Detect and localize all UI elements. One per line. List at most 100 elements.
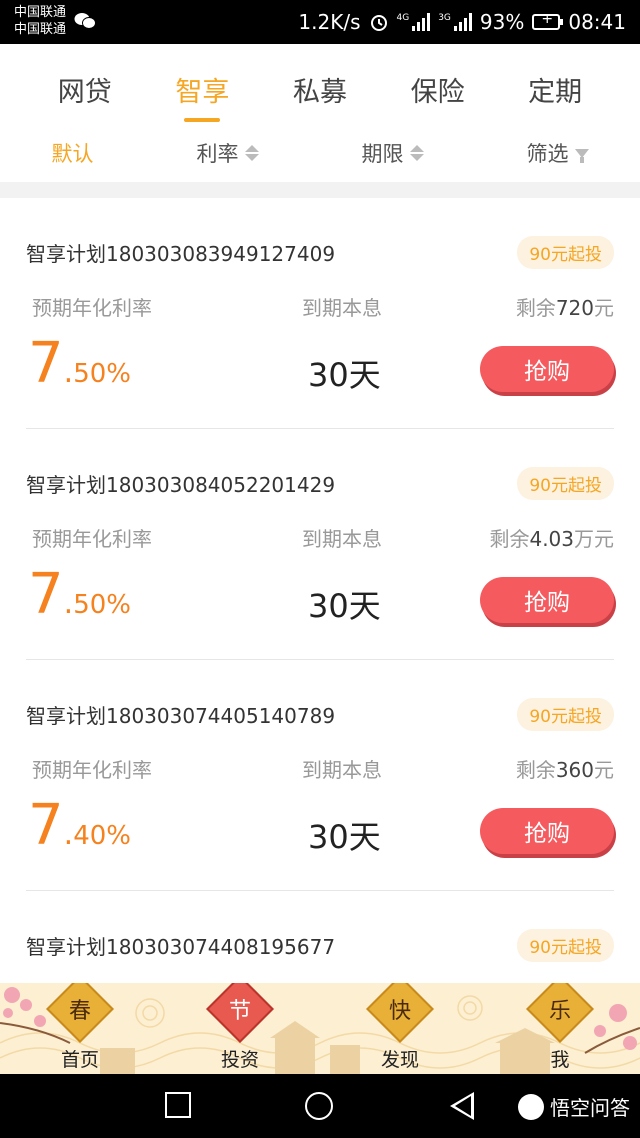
remaining-amount: 剩余360元 [516, 754, 614, 783]
net-speed: 1.2K/s [298, 10, 361, 34]
filter-icon [574, 148, 589, 163]
signal-icon-1: 4G [397, 13, 431, 31]
sort-arrows-icon [409, 145, 424, 161]
tab-wangdai[interactable]: 网贷 [58, 44, 112, 124]
nav-discover-label: 发现 [380, 1049, 419, 1071]
section-divider [0, 182, 640, 198]
plan-name: 智享计划180303084052201429 [26, 473, 336, 497]
sort-filter[interactable]: 筛选 [527, 138, 589, 168]
remain-prefix: 剩余 [489, 527, 530, 551]
sort-bar: 默认 利率 期限 筛选 [0, 124, 640, 182]
product-card[interactable]: 智享计划180303074405140789 90元起投 预期年化利率 到期本息… [26, 660, 614, 891]
remain-value: 720 [555, 296, 594, 320]
remain-unit: 元 [594, 758, 614, 782]
min-invest-badge: 90元起投 [517, 929, 614, 962]
sort-term[interactable]: 期限 [362, 138, 424, 168]
sort-arrows-icon [244, 145, 259, 161]
nav-home-label: 首页 [60, 1049, 99, 1071]
rate-decimal: 50% [73, 590, 131, 620]
term-label: 到期本息 [302, 296, 382, 320]
rate-decimal: 40% [73, 821, 131, 851]
rate-label: 预期年化利率 [32, 296, 152, 320]
rate-integer: 7 [28, 562, 64, 627]
sort-term-label: 期限 [361, 142, 404, 166]
plan-name: 智享计划180303074405140789 [26, 704, 336, 728]
rate-integer: 7 [28, 793, 64, 858]
tab-simu[interactable]: 私募 [293, 44, 347, 124]
battery-percent: 93% [479, 10, 525, 34]
sort-rate[interactable]: 利率 [197, 138, 259, 168]
buy-button[interactable]: 抢购 [480, 346, 614, 392]
signal-icon-2: 3G [438, 13, 472, 31]
sort-default-label: 默认 [51, 142, 94, 166]
invest-badge-icon: 节 [206, 983, 274, 1043]
home-circle-icon[interactable] [305, 1092, 333, 1120]
remain-prefix: 剩余 [515, 296, 556, 320]
category-tabs: 网贷 智享 私募 保险 定期 [0, 44, 640, 124]
discover-badge-char: 快 [388, 998, 412, 1024]
discover-badge-icon: 快 [366, 983, 434, 1043]
tab-dingqi[interactable]: 定期 [528, 44, 582, 124]
remain-unit: 万元 [574, 527, 614, 551]
annual-rate: 7.40% [28, 793, 131, 858]
bottom-nav: 春 首页 节 投资 快 发现 乐 我 [0, 983, 640, 1074]
rate-integer: 7 [28, 331, 64, 396]
wechat-icon [74, 13, 96, 29]
carrier-1: 中国联通 [14, 5, 67, 20]
status-bar: 中国联通 中国联通 1.2K/s 4G 3G 93% 08:41 [0, 0, 640, 44]
rate-label: 预期年化利率 [32, 758, 152, 782]
alarm-icon [370, 15, 387, 31]
term-value: 30天 [308, 587, 381, 625]
rate-label: 预期年化利率 [32, 527, 152, 551]
status-right: 1.2K/s 4G 3G 93% 08:41 [298, 0, 626, 44]
back-triangle-icon[interactable] [450, 1092, 474, 1120]
term-value: 30天 [308, 818, 381, 856]
plan-name: 智享计划180303074408195677 [26, 935, 336, 959]
watermark: 悟空问答 [518, 1092, 630, 1121]
term-value: 30天 [308, 356, 381, 394]
sort-default[interactable]: 默认 [52, 138, 94, 168]
min-invest-badge: 90元起投 [517, 467, 614, 500]
network-type-2: 3G [438, 13, 451, 23]
nav-invest-label: 投资 [220, 1049, 259, 1071]
nav-home[interactable]: 春 首页 [40, 983, 120, 1074]
remain-unit: 元 [594, 296, 614, 320]
remaining-amount: 剩余720元 [516, 292, 614, 321]
me-badge-char: 乐 [548, 998, 572, 1024]
buy-button[interactable]: 抢购 [480, 577, 614, 623]
wukong-logo-icon [518, 1093, 544, 1120]
term-label: 到期本息 [302, 758, 382, 782]
carrier-info: 中国联通 中国联通 [14, 4, 66, 38]
nav-me-label: 我 [550, 1049, 570, 1071]
system-nav-bar: 悟空问答 [0, 1074, 640, 1138]
tab-zhixiang[interactable]: 智享 [175, 44, 229, 124]
network-type-1: 4G [396, 13, 410, 23]
tab-baoxian[interactable]: 保险 [411, 44, 465, 124]
clock: 08:41 [568, 10, 626, 34]
remain-prefix: 剩余 [515, 758, 556, 782]
home-badge-icon: 春 [46, 983, 114, 1043]
annual-rate: 7.50% [28, 331, 131, 396]
plan-name: 智享计划180303083949127409 [26, 242, 336, 266]
nav-invest[interactable]: 节 投资 [200, 983, 280, 1074]
nav-me[interactable]: 乐 我 [520, 983, 600, 1074]
min-invest-badge: 90元起投 [517, 698, 614, 731]
me-badge-icon: 乐 [526, 983, 594, 1043]
remain-value: 360 [555, 758, 594, 782]
remain-value: 4.03 [529, 527, 574, 551]
product-card[interactable]: 智享计划180303083949127409 90元起投 预期年化利率 到期本息… [26, 198, 614, 429]
home-badge-char: 春 [68, 998, 92, 1024]
nav-discover[interactable]: 快 发现 [360, 983, 440, 1074]
sort-filter-label: 筛选 [526, 142, 569, 166]
invest-badge-char: 节 [228, 998, 252, 1024]
min-invest-badge: 90元起投 [517, 236, 614, 269]
recent-apps-icon[interactable] [165, 1092, 191, 1118]
remaining-amount: 剩余4.03万元 [489, 523, 614, 552]
term-label: 到期本息 [302, 527, 382, 551]
battery-icon [532, 11, 564, 30]
watermark-text: 悟空问答 [550, 1096, 630, 1120]
rate-decimal: 50% [73, 359, 131, 389]
carrier-2: 中国联通 [14, 22, 67, 37]
buy-button[interactable]: 抢购 [480, 808, 614, 854]
product-card[interactable]: 智享计划180303084052201429 90元起投 预期年化利率 到期本息… [26, 429, 614, 660]
